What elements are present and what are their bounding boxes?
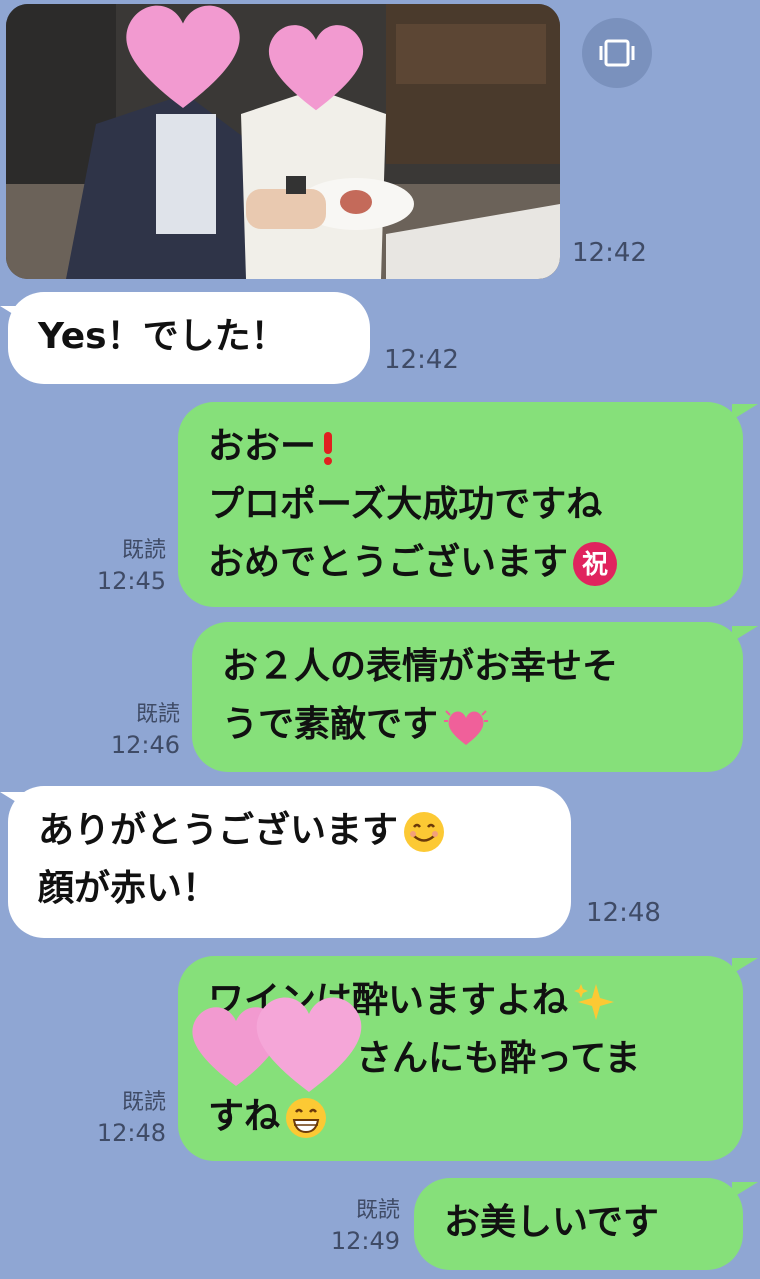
beating-heart-emoji <box>444 710 489 745</box>
smiling-face-emoji <box>404 812 445 852</box>
grinning-face-emoji <box>286 1098 327 1138</box>
bubble-tail <box>732 958 758 974</box>
sparkles-emoji <box>574 984 615 1020</box>
message-text: ありがとうございます <box>38 810 399 851</box>
read-receipt: 既読 12:46 <box>98 700 180 760</box>
message-text: お２人の表情がお幸せそ <box>222 646 619 687</box>
message-text: すね <box>208 1096 281 1137</box>
heart-sticker <box>126 5 240 108</box>
message-text: おおー <box>208 426 317 467</box>
sent-message[interactable]: おおー プロポーズ大成功ですね おめでとうございます祝 <box>178 402 743 607</box>
message-text: プロポーズ大成功ですね <box>208 484 603 525</box>
shared-photo[interactable] <box>6 4 560 279</box>
expand-icon <box>599 39 635 67</box>
timestamp: 12:45 <box>96 567 166 595</box>
timestamp: 12:48 <box>586 898 661 928</box>
read-receipt: 既読 12:49 <box>318 1196 400 1256</box>
bubble-tail <box>732 626 758 642</box>
message-text: お美しいです <box>444 1202 659 1243</box>
bubble-tail <box>732 404 758 420</box>
heart-sticker <box>268 25 364 111</box>
read-label: 既読 <box>355 1198 400 1223</box>
timestamp: 12:42 <box>384 345 459 375</box>
timestamp: 12:46 <box>110 731 180 759</box>
bubble-tail <box>732 1182 758 1198</box>
message-text: Yes！でした！ <box>38 316 287 357</box>
received-message[interactable]: ありがとうございます 顔が赤い！ <box>8 786 571 938</box>
message-text: おめでとうございます <box>208 542 569 583</box>
exclamation-emoji <box>324 432 333 465</box>
svg-text:祝: 祝 <box>582 550 608 580</box>
sent-message[interactable]: お２人の表情がお幸せそ うで素敵です <box>192 622 743 772</box>
received-message[interactable]: Yes！でした！ <box>8 292 370 384</box>
timestamp: 12:42 <box>572 238 647 268</box>
heart-sticker <box>256 997 362 1092</box>
message-text: うで素敵です <box>222 704 439 745</box>
read-label: 既読 <box>121 538 166 563</box>
read-receipt: 既読 12:45 <box>86 536 166 596</box>
sent-message[interactable]: お美しいです <box>414 1178 743 1270</box>
celebration-emoji: 祝 <box>573 542 618 586</box>
timestamp: 12:48 <box>96 1119 166 1147</box>
expand-button[interactable] <box>582 18 652 88</box>
read-label: 既読 <box>135 702 180 727</box>
read-receipt: 既読 12:48 <box>86 1088 166 1148</box>
timestamp: 12:49 <box>330 1227 400 1255</box>
message-text: 顔が赤い！ <box>38 868 219 909</box>
read-label: 既読 <box>121 1090 166 1115</box>
